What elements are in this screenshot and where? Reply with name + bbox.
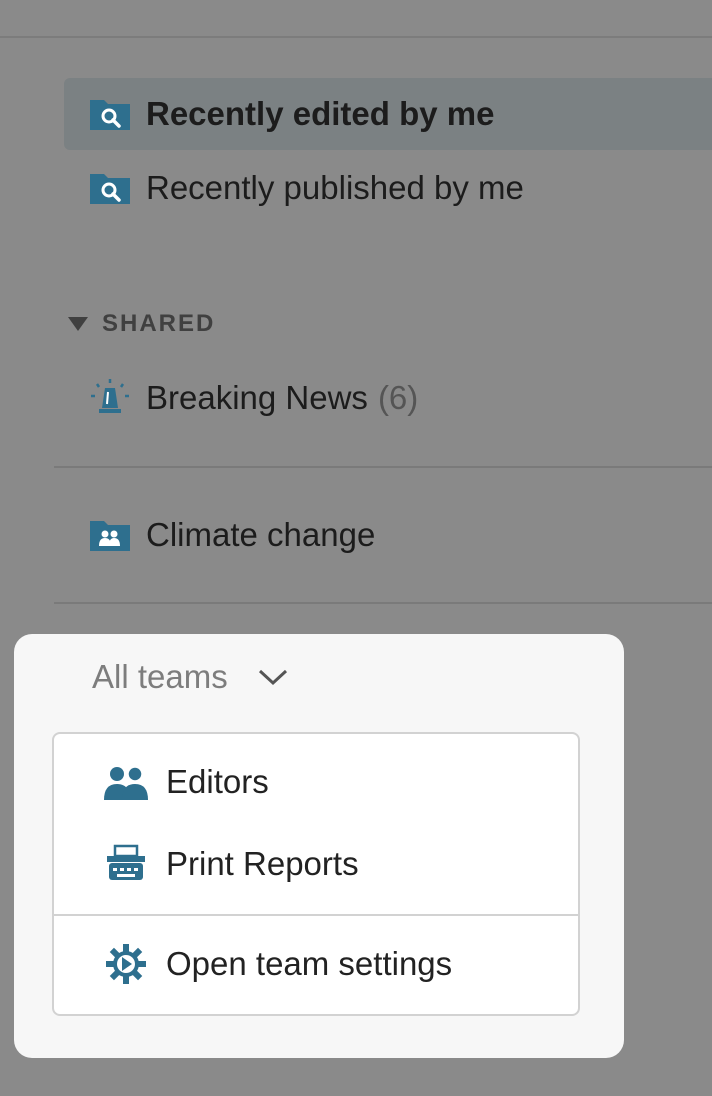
team-option-editors[interactable]: Editors [54, 752, 578, 812]
team-selector-label: All teams [92, 658, 228, 695]
chevron-down-icon [258, 667, 288, 687]
sidebar-item-label: Climate change [146, 516, 376, 553]
top-bar [0, 0, 712, 38]
item-count: (6) [377, 379, 419, 416]
sidebar-item-climate-change[interactable]: Climate change [64, 499, 712, 571]
sidebar-item-recently-published[interactable]: Recently published by me [64, 152, 712, 224]
team-popover: All teams Editors Print Reports Open tea… [14, 634, 624, 1058]
menu-item-label: Editors [166, 763, 269, 800]
triangle-down-icon [68, 317, 88, 331]
siren-icon [88, 378, 134, 418]
shared-section-toggle[interactable]: SHARED [66, 310, 215, 338]
menu-item-label: Open team settings [166, 945, 453, 982]
sidebar-item-recently-edited[interactable]: Recently edited by me [64, 78, 712, 150]
gear-icon [102, 942, 150, 986]
team-option-print-reports[interactable]: Print Reports [54, 834, 578, 894]
section-title: SHARED [102, 310, 216, 337]
team-dropdown-menu: Editors Print Reports Open team settings [52, 732, 580, 1016]
sidebar-item-label: Recently published by me [146, 169, 524, 206]
sidebar-item-label: Recently edited by me [146, 95, 495, 132]
open-team-settings[interactable]: Open team settings [54, 934, 578, 994]
team-folder-icon [88, 515, 134, 555]
divider [54, 466, 712, 468]
divider [54, 602, 712, 604]
users-icon [102, 760, 150, 804]
sidebar-item-breaking-news[interactable]: Breaking News (6) [64, 362, 712, 434]
search-folder-icon [88, 168, 134, 208]
sidebar-item-label: Breaking News [146, 379, 368, 416]
search-folder-icon [88, 94, 134, 134]
typewriter-icon [102, 842, 150, 886]
team-selector[interactable]: All teams [92, 658, 288, 696]
menu-item-label: Print Reports [166, 845, 359, 882]
menu-divider [54, 914, 578, 916]
